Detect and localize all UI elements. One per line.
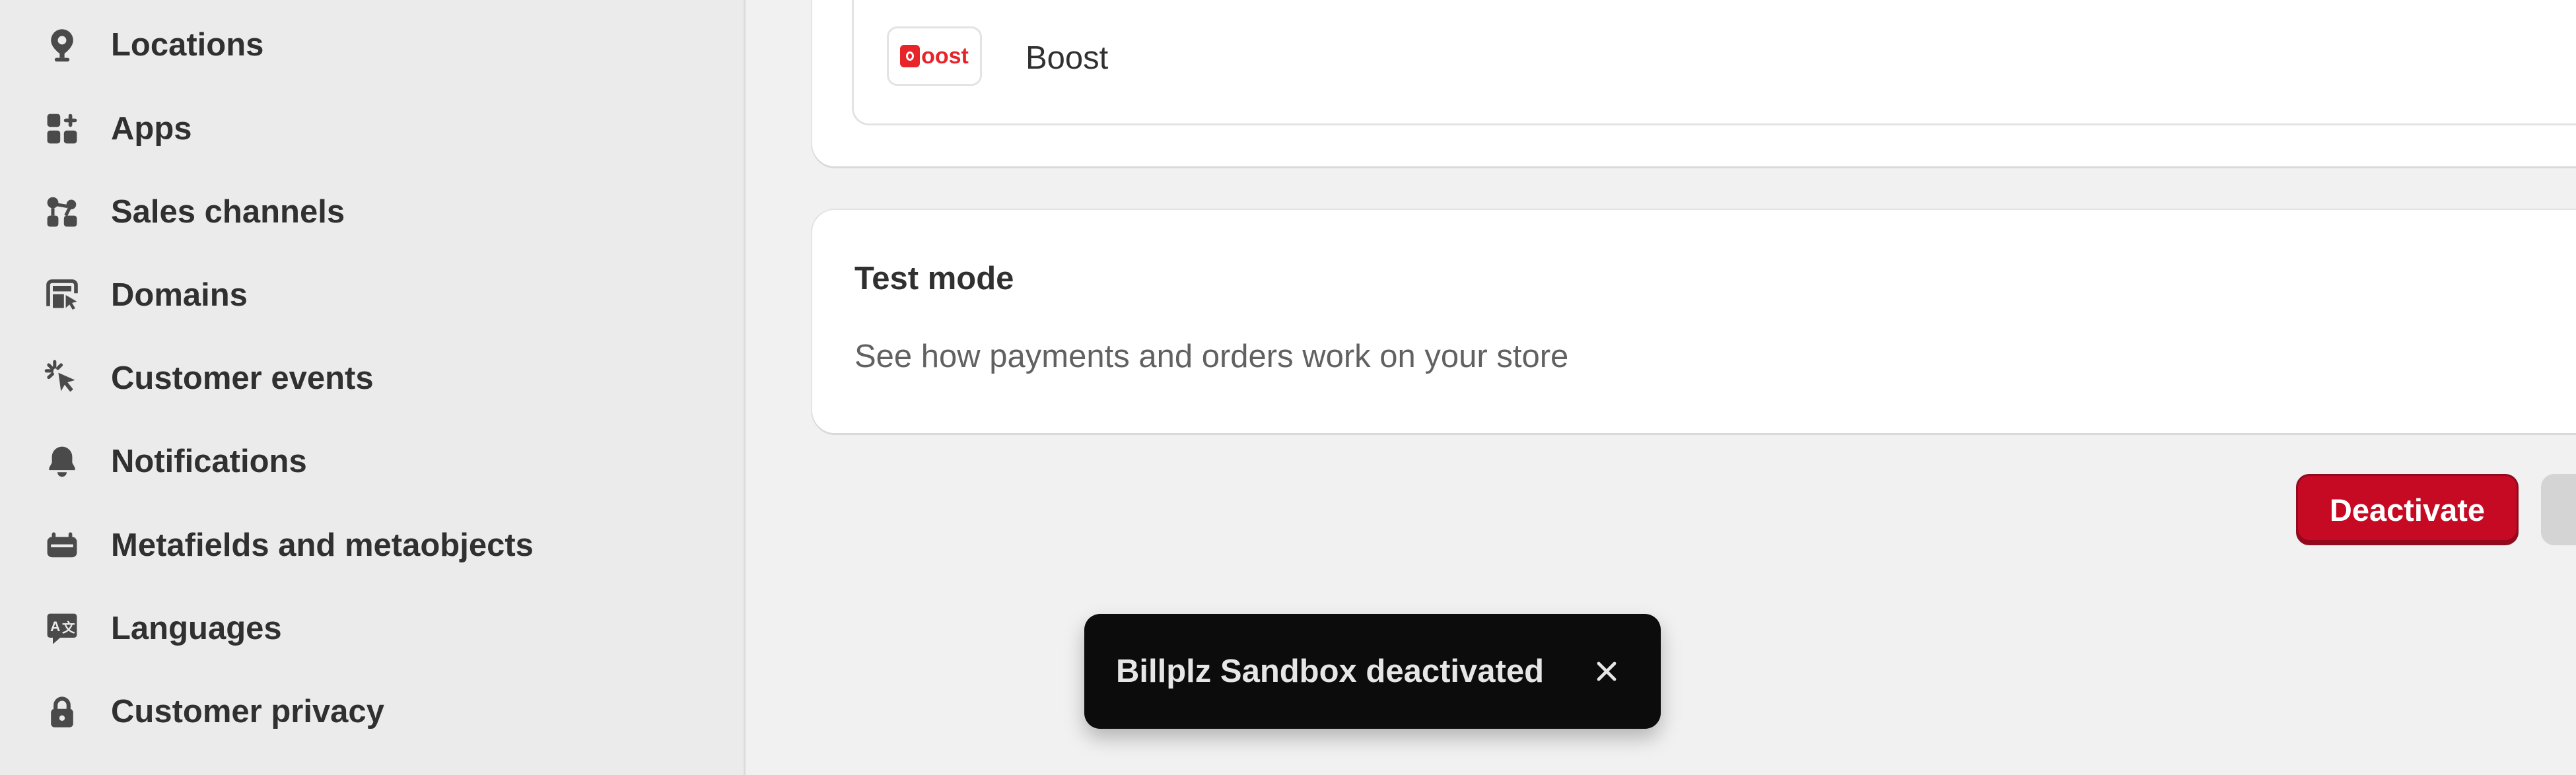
test-mode-title: Test mode: [854, 261, 1014, 296]
toast-notification: Billplz Sandbox deactivated: [1084, 614, 1661, 729]
sidebar-item-notifications[interactable]: Notifications: [42, 435, 307, 488]
boost-logo-text: oost: [921, 43, 969, 69]
sidebar-item-apps[interactable]: Apps: [42, 102, 192, 155]
svg-text:A: A: [50, 619, 60, 634]
bell-icon: [42, 442, 82, 481]
boost-logo-mark: [900, 45, 921, 67]
sidebar-item-label: Metafields and metaobjects: [111, 527, 534, 563]
sidebar-item-label: Apps: [111, 111, 192, 147]
sidebar-item-sales-channels[interactable]: Sales channels: [42, 185, 345, 238]
sidebar-item-label: Domains: [111, 277, 248, 313]
cursor-click-icon: [42, 358, 82, 398]
provider-row-boost: oost Boost: [852, 0, 2576, 125]
apps-grid-icon: [42, 109, 82, 149]
main-content: oost Boost Test mode See how payments an…: [748, 0, 2576, 775]
sidebar-item-label: Locations: [111, 27, 264, 63]
sidebar-item-label: Customer privacy: [111, 694, 384, 729]
settings-sidebar: Locations Apps Sales channels Domains Cu…: [0, 0, 746, 775]
sidebar-item-label: Sales channels: [111, 194, 345, 230]
translate-icon: A文: [42, 609, 82, 648]
save-button-disabled: [2541, 474, 2576, 545]
test-mode-description: See how payments and orders work on your…: [854, 339, 1569, 374]
domains-icon: [42, 275, 82, 315]
sidebar-item-customer-events[interactable]: Customer events: [42, 352, 374, 405]
metafields-icon: [42, 525, 82, 565]
sidebar-item-customer-privacy[interactable]: Customer privacy: [42, 685, 384, 738]
boost-logo: oost: [887, 26, 982, 86]
provider-name: Boost: [1026, 40, 1109, 76]
sidebar-item-domains[interactable]: Domains: [42, 269, 248, 321]
sidebar-item-languages[interactable]: A文 Languages: [42, 602, 282, 655]
close-icon[interactable]: [1587, 652, 1626, 691]
location-pin-icon: [42, 25, 82, 65]
toast-message: Billplz Sandbox deactivated: [1116, 654, 1545, 689]
svg-text:文: 文: [62, 621, 75, 636]
deactivate-button[interactable]: Deactivate: [2296, 474, 2519, 545]
sidebar-item-label: Notifications: [111, 444, 307, 479]
lock-icon: [42, 692, 82, 731]
payment-providers-card: oost Boost: [812, 0, 2576, 166]
test-mode-card: Test mode See how payments and orders wo…: [812, 210, 2576, 433]
sidebar-item-label: Languages: [111, 611, 282, 646]
sidebar-item-locations[interactable]: Locations: [42, 18, 263, 71]
sidebar-item-metafields[interactable]: Metafields and metaobjects: [42, 519, 534, 572]
sales-channels-icon: [42, 192, 82, 232]
sidebar-item-label: Customer events: [111, 360, 374, 396]
